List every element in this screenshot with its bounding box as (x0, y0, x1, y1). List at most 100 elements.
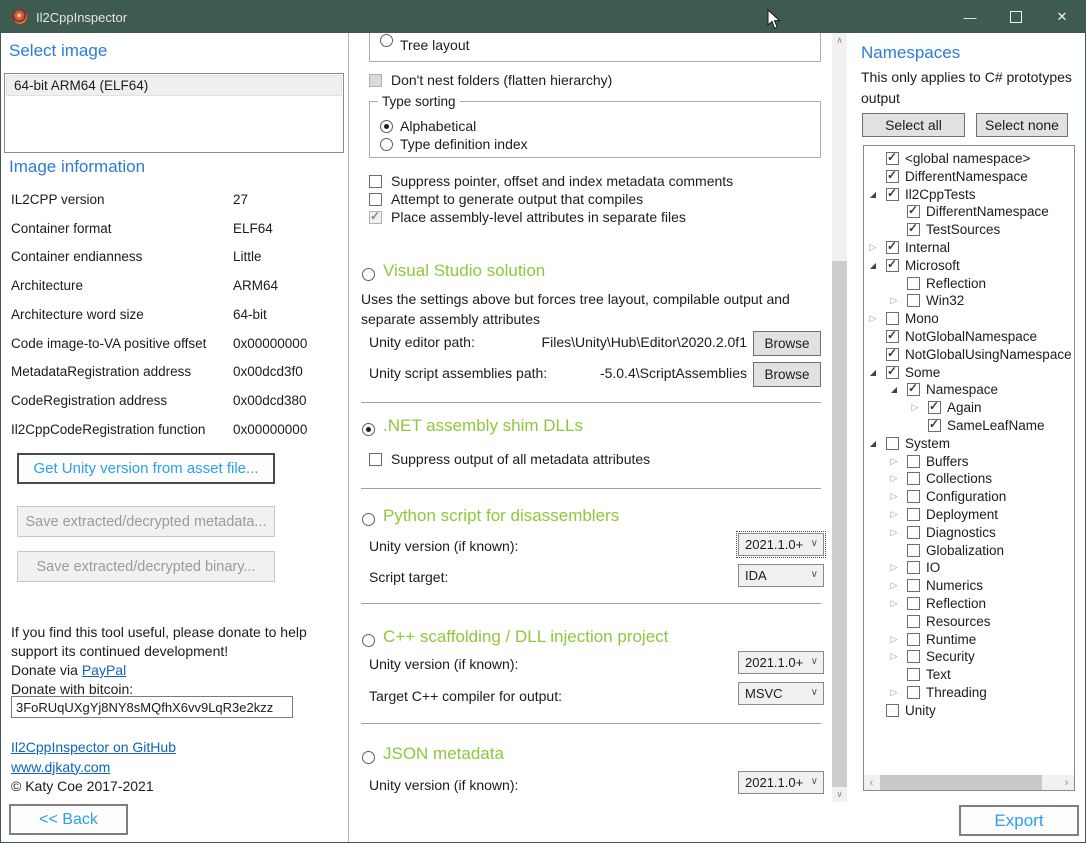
namespaces-tree[interactable]: ‹ › <global namespace> DifferentNamespace… (863, 145, 1075, 791)
expander-expanded-icon[interactable]: ◢ (889, 385, 899, 394)
tree-item-differentnamespace[interactable]: DifferentNamespace (864, 168, 1075, 186)
expander-expanded-icon[interactable]: ◢ (868, 190, 878, 199)
tree-checkbox[interactable] (928, 419, 941, 432)
export-button[interactable]: Export (959, 805, 1079, 836)
tree-checkbox[interactable] (886, 437, 899, 450)
tree-item-notglobalnamespace[interactable]: NotGlobalNamespace (864, 328, 1075, 346)
tree-checkbox[interactable] (886, 348, 899, 361)
image-list-item-selected[interactable]: 64-bit ARM64 (ELF64) (6, 75, 342, 96)
suppress-metadata-checkbox[interactable] (369, 453, 382, 466)
python-unity-version-select[interactable]: 2021.1.0+ ∨ (738, 533, 824, 556)
visual-studio-radio[interactable] (362, 268, 375, 281)
expander-collapsed-icon[interactable]: ▷ (889, 634, 899, 645)
tree-item-reflection[interactable]: Reflection (864, 275, 1075, 293)
scrollbar-thumb[interactable] (880, 775, 1042, 790)
tree-item-win32[interactable]: ▷Win32 (864, 292, 1075, 310)
tree-item-label[interactable]: Runtime (926, 632, 976, 647)
tree-checkbox[interactable] (907, 615, 920, 628)
tree-item-label[interactable]: Diagnostics (926, 525, 996, 540)
attempt-compile-checkbox[interactable] (369, 193, 382, 206)
expander-collapsed-icon[interactable]: ▷ (910, 402, 920, 413)
tree-checkbox[interactable] (907, 508, 920, 521)
expander-collapsed-icon[interactable]: ▷ (889, 651, 899, 662)
tree-item-label[interactable]: DifferentNamespace (926, 204, 1049, 219)
tree-item-numerics[interactable]: ▷ Numerics (864, 577, 1075, 595)
tree-checkbox[interactable] (886, 259, 899, 272)
tree-item-label[interactable]: Il2CppTests (905, 187, 976, 202)
tree-item-globalization[interactable]: Globalization (864, 542, 1075, 560)
expander-collapsed-icon[interactable]: ▷ (868, 242, 878, 253)
tree-item-deployment[interactable]: ▷Deployment (864, 506, 1075, 524)
tree-item-label[interactable]: Mono (905, 311, 939, 326)
tree-item-microsoft[interactable]: ◢Microsoft (864, 257, 1075, 275)
tree-item-diagnostics[interactable]: ▷Diagnostics (864, 524, 1075, 542)
tree-horizontal-scrollbar[interactable]: ‹ › (864, 775, 1074, 790)
expander-collapsed-icon[interactable]: ▷ (889, 456, 899, 467)
title-bar[interactable]: Il2CppInspector — ✕ (1, 1, 1085, 33)
tree-item-label[interactable]: Microsoft (905, 258, 960, 273)
scroll-up-icon[interactable]: ∧ (832, 33, 847, 48)
tree-item-internal[interactable]: ▷Internal (864, 239, 1075, 257)
tree-item-label[interactable]: Threading (926, 685, 987, 700)
tree-checkbox[interactable] (907, 526, 920, 539)
tree-checkbox[interactable] (907, 223, 920, 236)
tree-item-io[interactable]: ▷IO (864, 559, 1075, 577)
scroll-down-icon[interactable]: ∨ (832, 787, 847, 802)
tree-item-label[interactable]: <global namespace> (905, 151, 1030, 166)
tree-item-threading[interactable]: ▷Threading (864, 684, 1075, 702)
type-def-index-radio[interactable] (380, 138, 393, 151)
tree-item-system[interactable]: ◢System (864, 435, 1075, 453)
unity-editor-path-value[interactable]: Files\Unity\Hub\Editor\2020.2.0f1 (481, 334, 747, 350)
options-scrollbar[interactable]: ∧ ∨ (832, 33, 847, 802)
tree-checkbox[interactable] (907, 455, 920, 468)
expander-expanded-icon[interactable]: ◢ (868, 368, 878, 377)
tree-item-testsources[interactable]: TestSources (864, 221, 1075, 239)
tree-item-sameleafname[interactable]: SameLeafName (864, 417, 1075, 435)
suppress-pointer-checkbox[interactable] (369, 175, 382, 188)
expander-collapsed-icon[interactable]: ▷ (889, 509, 899, 520)
get-unity-version-button[interactable]: Get Unity version from asset file... (17, 453, 275, 484)
tree-checkbox[interactable] (907, 633, 920, 646)
scrollbar-thumb[interactable] (832, 261, 847, 787)
select-all-button[interactable]: Select all (862, 113, 965, 137)
tree-item-buffers[interactable]: ▷ Buffers (864, 453, 1075, 471)
tree-item-label[interactable]: NotGlobalUsingNamespace (905, 347, 1072, 362)
tree-item-configuration[interactable]: ▷Configuration (864, 488, 1075, 506)
tree-checkbox[interactable] (886, 170, 899, 183)
tree-item-unity[interactable]: Unity (864, 702, 1075, 720)
tree-checkbox[interactable] (886, 152, 899, 165)
tree-item-label[interactable]: IO (926, 560, 940, 575)
tree-checkbox[interactable] (886, 366, 899, 379)
tree-item-label[interactable]: Buffers (926, 454, 969, 469)
tree-checkbox[interactable] (907, 686, 920, 699)
paypal-link[interactable]: PayPal (82, 662, 126, 678)
tree-item-again[interactable]: ▷Again (864, 399, 1075, 417)
tree-checkbox[interactable] (907, 597, 920, 610)
expander-collapsed-icon[interactable]: ▷ (889, 295, 899, 306)
tree-checkbox[interactable] (886, 704, 899, 717)
tree-checkbox[interactable] (907, 472, 920, 485)
tree-item-reflection[interactable]: ▷ Reflection (864, 595, 1075, 613)
unity-script-path-value[interactable]: -5.0.4\ScriptAssemblies (481, 365, 747, 381)
tree-item-label[interactable]: Reflection (926, 596, 986, 611)
cpp-scaffolding-radio[interactable] (362, 634, 375, 647)
tree-item-collections[interactable]: ▷Collections (864, 470, 1075, 488)
tree-item-label[interactable]: Text (926, 667, 951, 682)
tree-item-label[interactable]: Some (905, 365, 940, 380)
tree-checkbox[interactable] (907, 579, 920, 592)
expander-collapsed-icon[interactable]: ▷ (889, 491, 899, 502)
tree-checkbox[interactable] (907, 544, 920, 557)
tree-item-label[interactable]: Numerics (926, 578, 983, 593)
tree-checkbox[interactable] (907, 490, 920, 503)
tree-item-text[interactable]: Text (864, 666, 1075, 684)
expander-collapsed-icon[interactable]: ▷ (889, 598, 899, 609)
tree-layout-radio[interactable] (380, 34, 393, 47)
tree-item-resources[interactable]: Resources (864, 613, 1075, 631)
tree-checkbox[interactable] (886, 312, 899, 325)
expander-collapsed-icon[interactable]: ▷ (889, 473, 899, 484)
json-unity-version-select[interactable]: 2021.1.0+ ∨ (738, 771, 824, 794)
expander-collapsed-icon[interactable]: ▷ (889, 580, 899, 591)
tree-item-label[interactable]: Resources (926, 614, 991, 629)
tree-checkbox[interactable] (928, 401, 941, 414)
alphabetical-radio[interactable] (380, 120, 393, 133)
